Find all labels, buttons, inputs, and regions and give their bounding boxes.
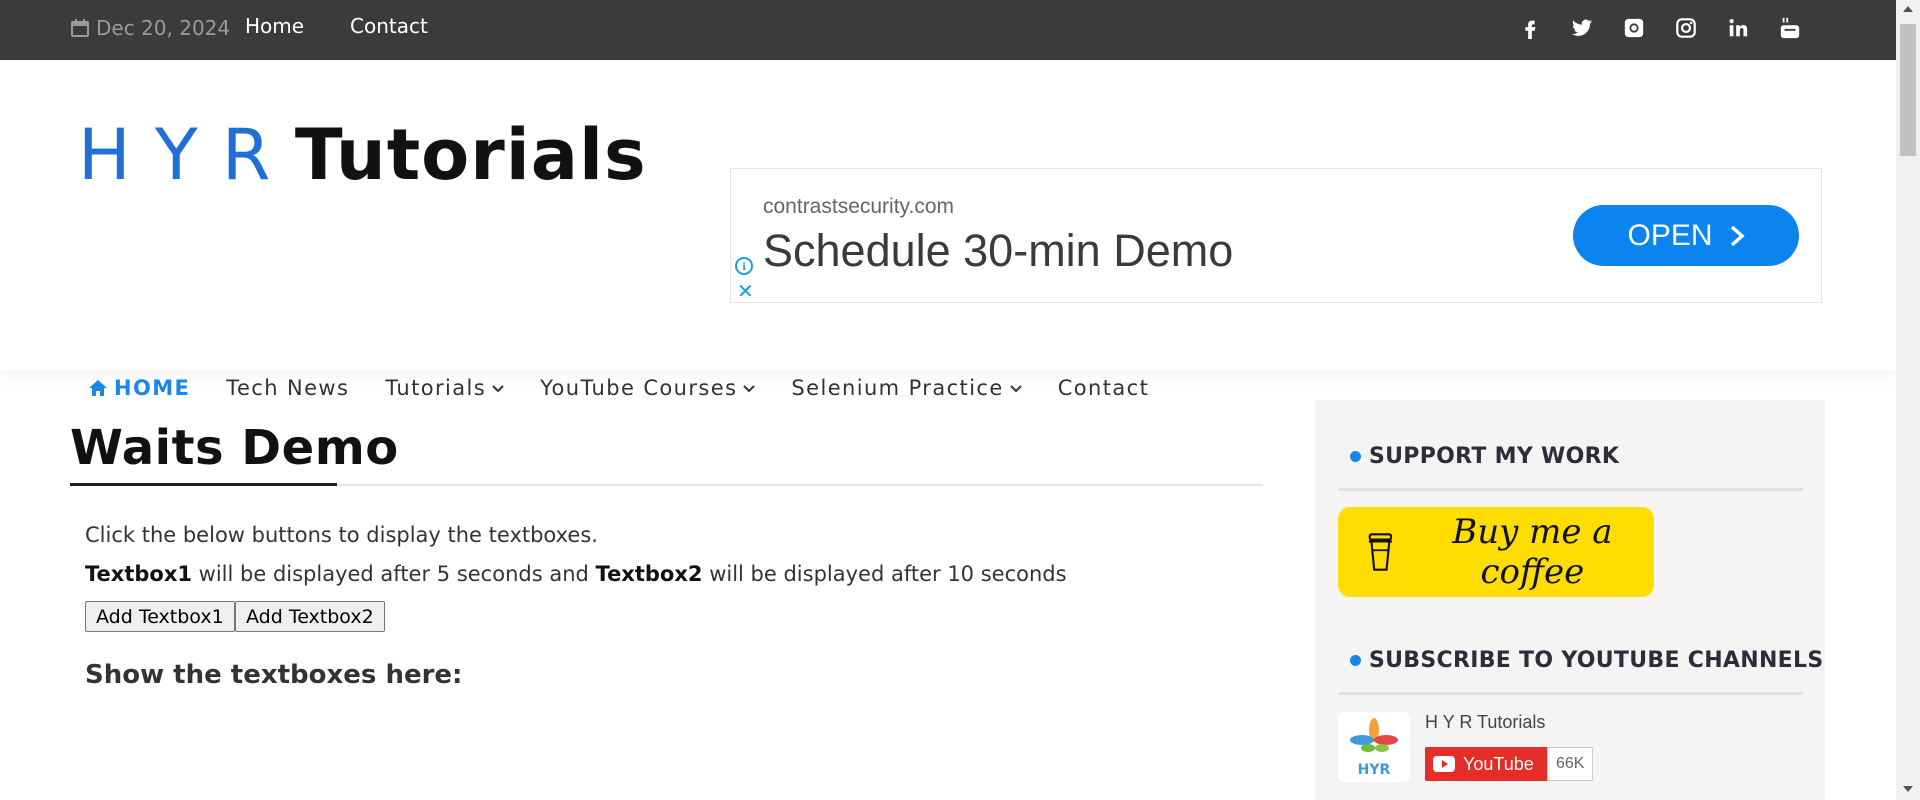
nav-item-label: HOME [114, 376, 191, 400]
youtube-label: YouTube [1463, 753, 1534, 774]
top-link-contact[interactable]: Contact [350, 14, 428, 38]
nav-item-label: Tutorials [385, 376, 487, 400]
textbox-area-heading: Show the textboxes here: [85, 660, 463, 690]
github-icon[interactable] [1623, 16, 1645, 40]
instagram-icon[interactable] [1675, 16, 1697, 40]
nav-item-selenium-practice[interactable]: Selenium Practice [791, 376, 1022, 400]
chevron-down-icon [743, 385, 756, 393]
nav-item-youtube-courses[interactable]: YouTube Courses [540, 376, 756, 400]
bullet-dot [1350, 655, 1361, 666]
textbox2-label: Textbox2 [595, 562, 703, 586]
hyr-leaf-logo-icon: HYR [1350, 718, 1398, 778]
youtube-play-icon [1433, 756, 1455, 772]
textbox1-label: Textbox1 [85, 562, 192, 586]
add-textbox2-button[interactable]: Add Textbox2 [235, 601, 385, 632]
facebook-icon[interactable] [1519, 16, 1541, 40]
chevron-down-icon [492, 385, 504, 393]
support-widget-title: SUPPORT MY WORK [1350, 444, 1619, 469]
nav-item-label: YouTube Courses [540, 376, 738, 400]
subscribe-widget-title: SUBSCRIBE TO YOUTUBE CHANNELS [1350, 648, 1823, 673]
logo-text-hyr: H Y R [78, 114, 272, 196]
add-textbox1-button[interactable]: Add Textbox1 [85, 601, 235, 632]
logo-text-tutorials: Tutorials [294, 114, 647, 196]
ad-info-icon[interactable]: i [735, 257, 753, 275]
date-text: Dec 20, 2024 [96, 16, 231, 40]
instructions-text: Click the below buttons to display the t… [85, 523, 598, 547]
sidebar: SUPPORT MY WORK Buy me a coffee SUBSCRIB… [1315, 400, 1825, 800]
scroll-down-arrow-icon[interactable] [1903, 786, 1913, 792]
page-title: Waits Demo [70, 420, 399, 476]
site-header: H Y R Tutorials contrastsecurity.com Sch… [0, 60, 1896, 400]
calendar-icon [71, 19, 89, 37]
nav-item-home[interactable]: HOME [88, 376, 190, 400]
nav-item-label: Tech News [226, 376, 350, 400]
timing-description: Textbox1 will be displayed after 5 secon… [85, 562, 1067, 586]
home-icon [89, 380, 107, 396]
channel-avatar[interactable]: HYR [1338, 712, 1410, 782]
ad-open-label: OPEN [1627, 218, 1713, 252]
widget-divider [1338, 488, 1803, 491]
nav-item-tech-news[interactable]: Tech News [226, 376, 349, 400]
widget-divider [1338, 692, 1803, 695]
coffee-cup-icon [1368, 533, 1393, 571]
chevron-down-icon [1009, 385, 1022, 393]
main-nav: HOME Tech News Tutorials YouTube Courses… [88, 376, 1185, 400]
title-underline [70, 483, 337, 486]
nav-item-tutorials[interactable]: Tutorials [385, 376, 504, 400]
channel-logo-text: HYR [1358, 762, 1391, 778]
nav-item-label: Contact [1057, 376, 1150, 400]
site-logo[interactable]: H Y R Tutorials [78, 120, 647, 190]
timing-text-2: will be displayed after 10 seconds [702, 562, 1067, 586]
bullet-dot [1350, 451, 1361, 462]
subscribe-title-text: SUBSCRIBE TO YOUTUBE CHANNELS [1369, 648, 1824, 673]
coffee-label: Buy me a coffee [1452, 512, 1613, 592]
scroll-up-arrow-icon[interactable] [1903, 6, 1913, 12]
timing-text-1: will be displayed after 5 seconds and [191, 562, 596, 586]
chevron-right-icon [1730, 225, 1745, 246]
youtube-icon[interactable] [1779, 16, 1801, 40]
twitter-icon[interactable] [1571, 16, 1593, 40]
ad-close-icon[interactable]: ✕ [737, 279, 754, 304]
social-links [1519, 16, 1801, 40]
subscriber-count: 66K [1547, 747, 1594, 781]
advertisement-banner[interactable]: contrastsecurity.com Schedule 30-min Dem… [730, 168, 1822, 303]
linkedin-icon[interactable] [1727, 16, 1749, 40]
date-display: Dec 20, 2024 [70, 16, 230, 40]
ad-headline[interactable]: Schedule 30-min Demo [763, 225, 1233, 277]
support-title-text: SUPPORT MY WORK [1369, 444, 1620, 469]
channel-name[interactable]: H Y R Tutorials [1425, 712, 1545, 733]
ad-domain: contrastsecurity.com [763, 195, 954, 218]
buy-me-a-coffee-button[interactable]: Buy me a coffee [1338, 507, 1654, 597]
top-bar: Dec 20, 2024 Home Contact [0, 0, 1896, 60]
nav-item-label: Selenium Practice [791, 376, 1004, 400]
youtube-subscribe-button[interactable]: YouTube 66K [1425, 747, 1594, 781]
page-scrollbar[interactable] [1896, 0, 1920, 800]
youtube-button-main[interactable]: YouTube [1425, 747, 1547, 781]
top-link-home[interactable]: Home [245, 14, 304, 38]
nav-item-contact[interactable]: Contact [1058, 376, 1150, 400]
ad-open-button[interactable]: OPEN [1573, 205, 1799, 266]
scrollbar-thumb[interactable] [1900, 24, 1916, 156]
